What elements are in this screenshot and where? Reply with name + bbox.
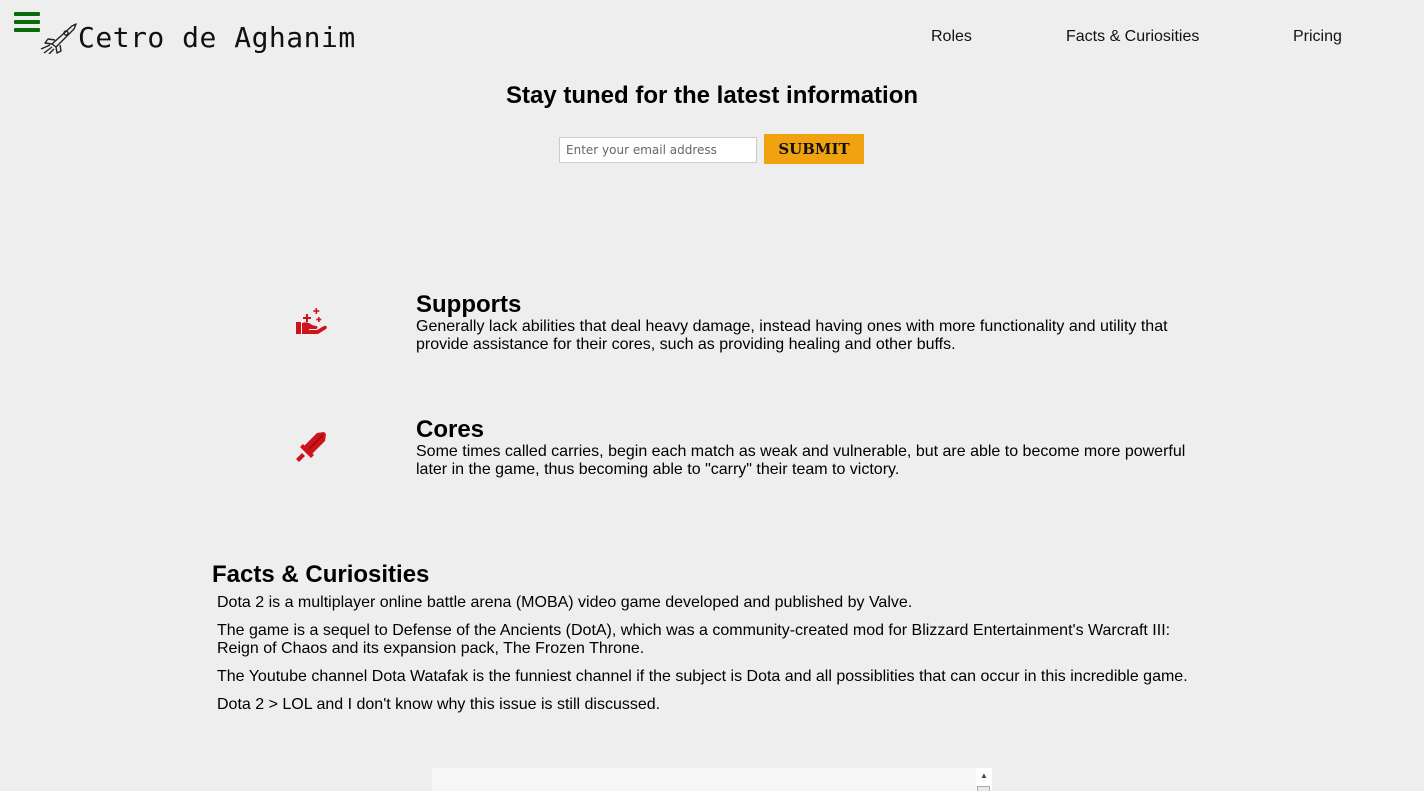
fact-item: Dota 2 is a multiplayer online battle ar… [217, 594, 913, 611]
fact-item: Dota 2 > LOL and I don't know why this i… [217, 696, 661, 713]
role-description: Some times called carries, begin each ma… [416, 443, 1186, 478]
site-title: Cetro de Aghanim [78, 20, 356, 54]
newsletter-title: Stay tuned for the latest information [505, 82, 919, 109]
role-description: Generally lack abilities that deal heavy… [416, 318, 1168, 353]
submit-button[interactable]: SUBMIT [764, 134, 864, 164]
facts-title: Facts & Curiosities [212, 561, 430, 588]
role-title: Cores [416, 416, 485, 443]
fact-item: The game is a sequel to Defense of the A… [217, 622, 1171, 657]
nav-facts-link[interactable]: Facts & Curiosities [1066, 28, 1199, 45]
role-cores: Cores Some times called carries, begin e… [416, 417, 1196, 479]
role-supports: Supports Generally lack abilities that d… [416, 292, 1196, 354]
sword-icon [296, 432, 326, 462]
email-input[interactable] [559, 137, 757, 163]
rocket-logo-icon [40, 23, 77, 54]
scroll-up-arrow-icon[interactable]: ▲ [980, 771, 988, 780]
nav-roles-link[interactable]: Roles [931, 28, 972, 45]
header: Cetro de Aghanim Roles Facts & Curiositi… [0, 0, 1424, 210]
embedded-frame[interactable] [432, 768, 976, 791]
helping-hand-icon [296, 308, 327, 334]
facts-section: Facts & Curiosities Dota 2 is a multipla… [212, 562, 1202, 724]
fact-item: The Youtube channel Dota Watafak is the … [217, 668, 1188, 685]
role-title: Supports [416, 291, 522, 318]
logo[interactable]: Cetro de Aghanim [38, 20, 356, 54]
nav-facts[interactable]: Facts & Curiosities [1066, 28, 1199, 46]
nav-roles[interactable]: Roles [931, 28, 972, 46]
nav-pricing-link[interactable]: Pricing [1293, 28, 1342, 45]
scroll-thumb[interactable] [977, 786, 990, 791]
hamburger-menu-icon[interactable] [14, 12, 40, 34]
nav-pricing[interactable]: Pricing [1293, 28, 1342, 46]
